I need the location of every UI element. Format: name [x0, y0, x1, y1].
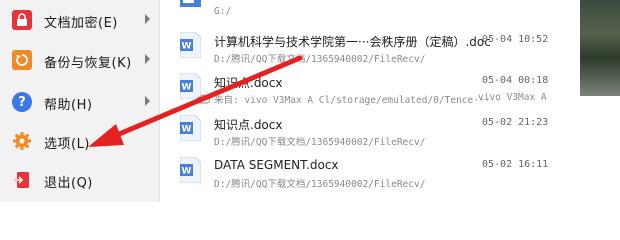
list-item[interactable]: W 知识点.docx 来自: vivo V3Max A Cl/storage/e… — [160, 71, 580, 117]
document-path: D:/腾讯/QQ下载文档/1365940002/FileRecv/ — [214, 137, 426, 148]
app-menu-panel: 文档加密(E) 备份与恢复(K) ? 帮助(H) 选项(L) 退出(Q) — [0, 0, 160, 202]
document-source-device: vivo V3Max A — [478, 92, 547, 103]
chevron-right-icon — [145, 14, 150, 24]
menu-item-options[interactable]: 选项(L) — [0, 121, 160, 161]
document-date: 05-02 16:11 — [482, 159, 549, 170]
document-title: 知识点.docx — [214, 118, 283, 132]
menu-item-backup-restore[interactable]: 备份与恢复(K) — [0, 40, 160, 80]
menu-item-label: 退出(Q) — [44, 176, 93, 191]
document-path: D:/腾讯/QQ下载文档/1365940002/FileRecv/ — [214, 54, 426, 65]
document-path: G:/ — [214, 6, 232, 17]
svg-text:W: W — [182, 42, 192, 52]
menu-item-label: 帮助(H) — [44, 98, 93, 113]
word-document-icon: W — [179, 31, 202, 59]
word-document-icon: W — [179, 156, 202, 184]
document-date: 05-02 21:23 — [482, 117, 549, 128]
document-date: 05-04 10:52 — [482, 34, 549, 45]
background-photo-image — [580, 0, 620, 96]
document-title: DATA SEGMENT.docx — [214, 158, 339, 172]
list-item[interactable]: W 计算机科学与技术学院第一···会秩序册（定稿）.doc D:/腾讯/QQ下载… — [160, 30, 580, 76]
chevron-right-icon — [145, 96, 150, 106]
document-path: 来自: vivo V3Max A Cl/storage/emulated/0/T… — [214, 95, 491, 106]
backup-icon — [12, 50, 32, 70]
svg-text:W: W — [182, 167, 192, 177]
document-title: 计算机科学与技术学院第一···会秩序册（定稿）.doc — [214, 35, 491, 49]
document-date: 05-04 00:18 — [482, 75, 549, 86]
menu-item-help[interactable]: ? 帮助(H) — [0, 82, 160, 122]
gear-icon — [12, 131, 32, 151]
word-document-icon: W — [179, 114, 202, 142]
menu-item-exit[interactable]: 退出(Q) — [0, 160, 160, 200]
menu-item-label: 选项(L) — [44, 137, 90, 152]
list-item[interactable]: W 知识点.docx D:/腾讯/QQ下载文档/1365940002/FileR… — [160, 113, 580, 159]
background-photo — [580, 0, 620, 202]
menu-item-label: 文档加密(E) — [44, 16, 118, 31]
menu-item-label: 备份与恢复(K) — [44, 56, 132, 71]
lock-icon — [12, 10, 32, 30]
document-path: D:/腾讯/QQ下载文档/1365940002/FileRecv/ — [214, 179, 426, 190]
list-item[interactable]: W DATA SEGMENT.docx D:/腾讯/QQ下载文档/1365940… — [160, 155, 580, 201]
document-title: 知识点.docx — [214, 76, 283, 90]
word-document-icon — [180, 0, 201, 18]
svg-text:W: W — [182, 83, 192, 93]
help-icon: ? — [12, 92, 32, 112]
menu-item-encrypt[interactable]: 文档加密(E) — [0, 0, 160, 40]
chevron-right-icon — [145, 54, 150, 64]
cloud-icon — [196, 89, 210, 108]
exit-icon — [12, 170, 32, 190]
recent-documents-list: G:/ W 计算机科学与技术学院第一···会秩序册（定稿）.doc D:/腾讯/… — [160, 0, 580, 202]
svg-text:W: W — [182, 125, 192, 135]
